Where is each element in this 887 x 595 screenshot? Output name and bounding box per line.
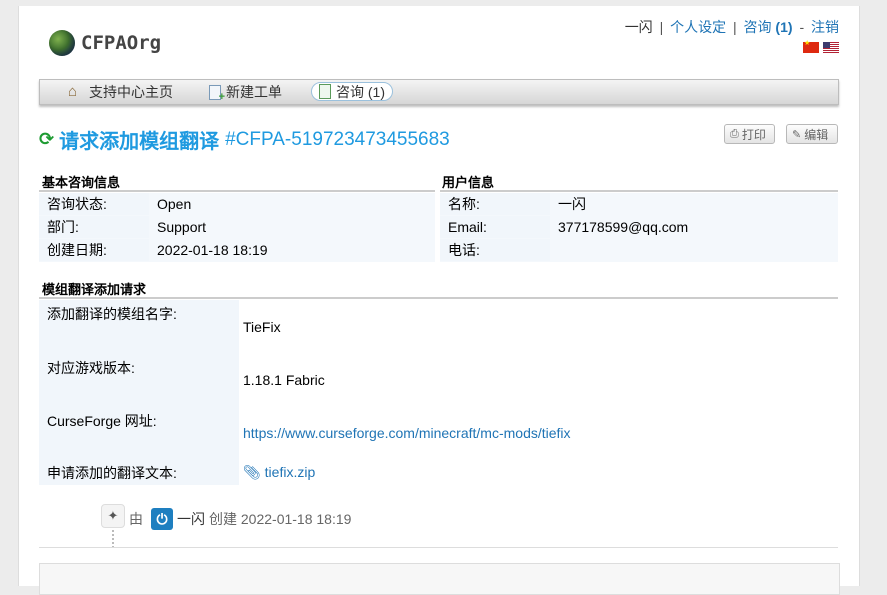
created-label: 创建日期: — [39, 239, 149, 261]
phone-value — [550, 239, 830, 261]
ticket-icon — [319, 84, 331, 99]
globe-icon — [49, 30, 75, 56]
language-flags — [803, 39, 839, 53]
created-value: 2022-01-18 18:19 — [157, 242, 268, 258]
username: 一闪 — [624, 19, 653, 35]
basic-info-row: 部门: Support — [39, 216, 429, 238]
reply-box — [39, 563, 840, 595]
email-label: Email: — [440, 216, 550, 238]
nav-home-label: 支持中心主页 — [89, 84, 173, 100]
home-icon: ⌂ — [68, 83, 78, 100]
tickets-link[interactable]: 咨询 (1) — [744, 19, 793, 35]
edit-button[interactable]: ✎ 编辑 — [786, 124, 838, 144]
nav-new-ticket-label: 新建工单 — [226, 84, 282, 100]
request-title: 模组翻译添加请求 — [42, 282, 147, 297]
game-version-value: 1.18.1 Fabric — [243, 372, 325, 388]
user-info-title: 用户信息 — [442, 175, 495, 190]
edit-icon: ✎ — [792, 128, 802, 141]
curseforge-url-link[interactable]: https://www.curseforge.com/minecraft/mc-… — [243, 425, 571, 441]
nav-separator: | — [659, 19, 664, 35]
refresh-icon[interactable]: ⟳ — [39, 129, 54, 150]
wand-icon: ✦ — [101, 504, 125, 528]
nav-home[interactable]: ⌂ 支持中心主页 — [68, 80, 173, 104]
timeline-dots — [112, 530, 114, 548]
user-info-row: 名称: 一闪 — [440, 193, 830, 215]
printer-icon: ⎙ — [730, 127, 739, 140]
main-nav: ⌂ 支持中心主页 新建工单 咨询 (1) — [39, 79, 839, 105]
page-container: CFPAOrg 一闪 | 个人设定 | 咨询 (1) - 注销 ⌂ 支持中心主页… — [18, 6, 860, 595]
basic-info-title: 基本咨询信息 — [42, 175, 121, 190]
curseforge-url-label: CurseForge 网址: — [39, 405, 239, 457]
profile-link[interactable]: 个人设定 — [670, 19, 726, 35]
basic-info-divider — [39, 190, 435, 192]
edit-label: 编辑 — [804, 127, 829, 142]
user-info-row: 电话: — [440, 239, 830, 261]
status-value: Open — [157, 196, 192, 212]
phone-label: 电话: — [440, 239, 550, 261]
site-logo[interactable]: CFPAOrg — [49, 26, 161, 60]
game-version-label: 对应游戏版本: — [39, 352, 239, 405]
basic-info-row: 咨询状态: Open — [39, 193, 429, 215]
user-nav: 一闪 | 个人设定 | 咨询 (1) - 注销 — [625, 17, 839, 37]
ticket-title: ⟳ 请求添加模组翻译 #CFPA-519723473455683 — [39, 125, 450, 154]
section-divider — [39, 547, 838, 548]
attachment-name: tiefix.zip — [264, 464, 316, 480]
name-value: 一闪 — [558, 196, 586, 212]
name-label: 名称: — [440, 193, 550, 215]
department-label: 部门: — [39, 216, 149, 238]
history-user: 一闪 — [177, 511, 205, 527]
ticket-subject: 请求添加模组翻译 — [59, 131, 220, 153]
email-value: 377178599@qq.com — [558, 219, 689, 235]
basic-info-row: 创建日期: 2022-01-18 18:19 — [39, 239, 429, 261]
nav-separator: | — [733, 19, 737, 35]
paperclip-icon: 📎︎ — [243, 464, 261, 480]
mod-name-value: TieFix — [243, 319, 281, 335]
us-flag-icon[interactable] — [823, 42, 839, 53]
print-button[interactable]: ⎙ 打印 — [724, 124, 775, 144]
mod-name-label: 添加翻译的模组名字: — [39, 300, 239, 352]
nav-separator: - — [799, 19, 805, 35]
nav-tickets-label: 咨询 (1) — [336, 83, 385, 100]
nav-new-ticket[interactable]: 新建工单 — [209, 80, 282, 104]
nav-tickets[interactable]: 咨询 (1) — [311, 82, 393, 101]
print-label: 打印 — [741, 127, 766, 142]
new-ticket-icon — [209, 84, 225, 103]
logout-link[interactable]: 注销 — [811, 19, 839, 35]
tickets-count: (1) — [775, 19, 793, 35]
history-entry: 由 ⏻ 一闪 创建 2022-01-18 18:19 — [129, 508, 351, 530]
status-label: 咨询状态: — [39, 193, 149, 215]
user-info-divider — [440, 190, 838, 192]
curseforge-url-field: https://www.curseforge.com/minecraft/mc-… — [243, 425, 571, 441]
request-divider — [39, 297, 838, 299]
ticket-number: #CFPA-519723473455683 — [225, 128, 450, 150]
history-action: 创建 — [209, 511, 237, 527]
history-time: 2022-01-18 18:19 — [240, 511, 352, 527]
tickets-link-label: 咨询 — [743, 19, 772, 35]
logo-text: CFPAOrg — [81, 32, 162, 54]
department-value: Support — [157, 219, 207, 235]
user-info-row: Email: 377178599@qq.com — [440, 216, 830, 238]
china-flag-icon[interactable] — [803, 39, 819, 53]
translation-file-field: 📎︎ tiefix.zip — [243, 464, 315, 481]
attachment-link[interactable]: 📎︎ tiefix.zip — [243, 464, 315, 480]
avatar: ⏻ — [151, 508, 173, 530]
translation-file-label: 申请添加的翻译文本: — [39, 457, 239, 485]
history-by: 由 — [129, 511, 143, 527]
